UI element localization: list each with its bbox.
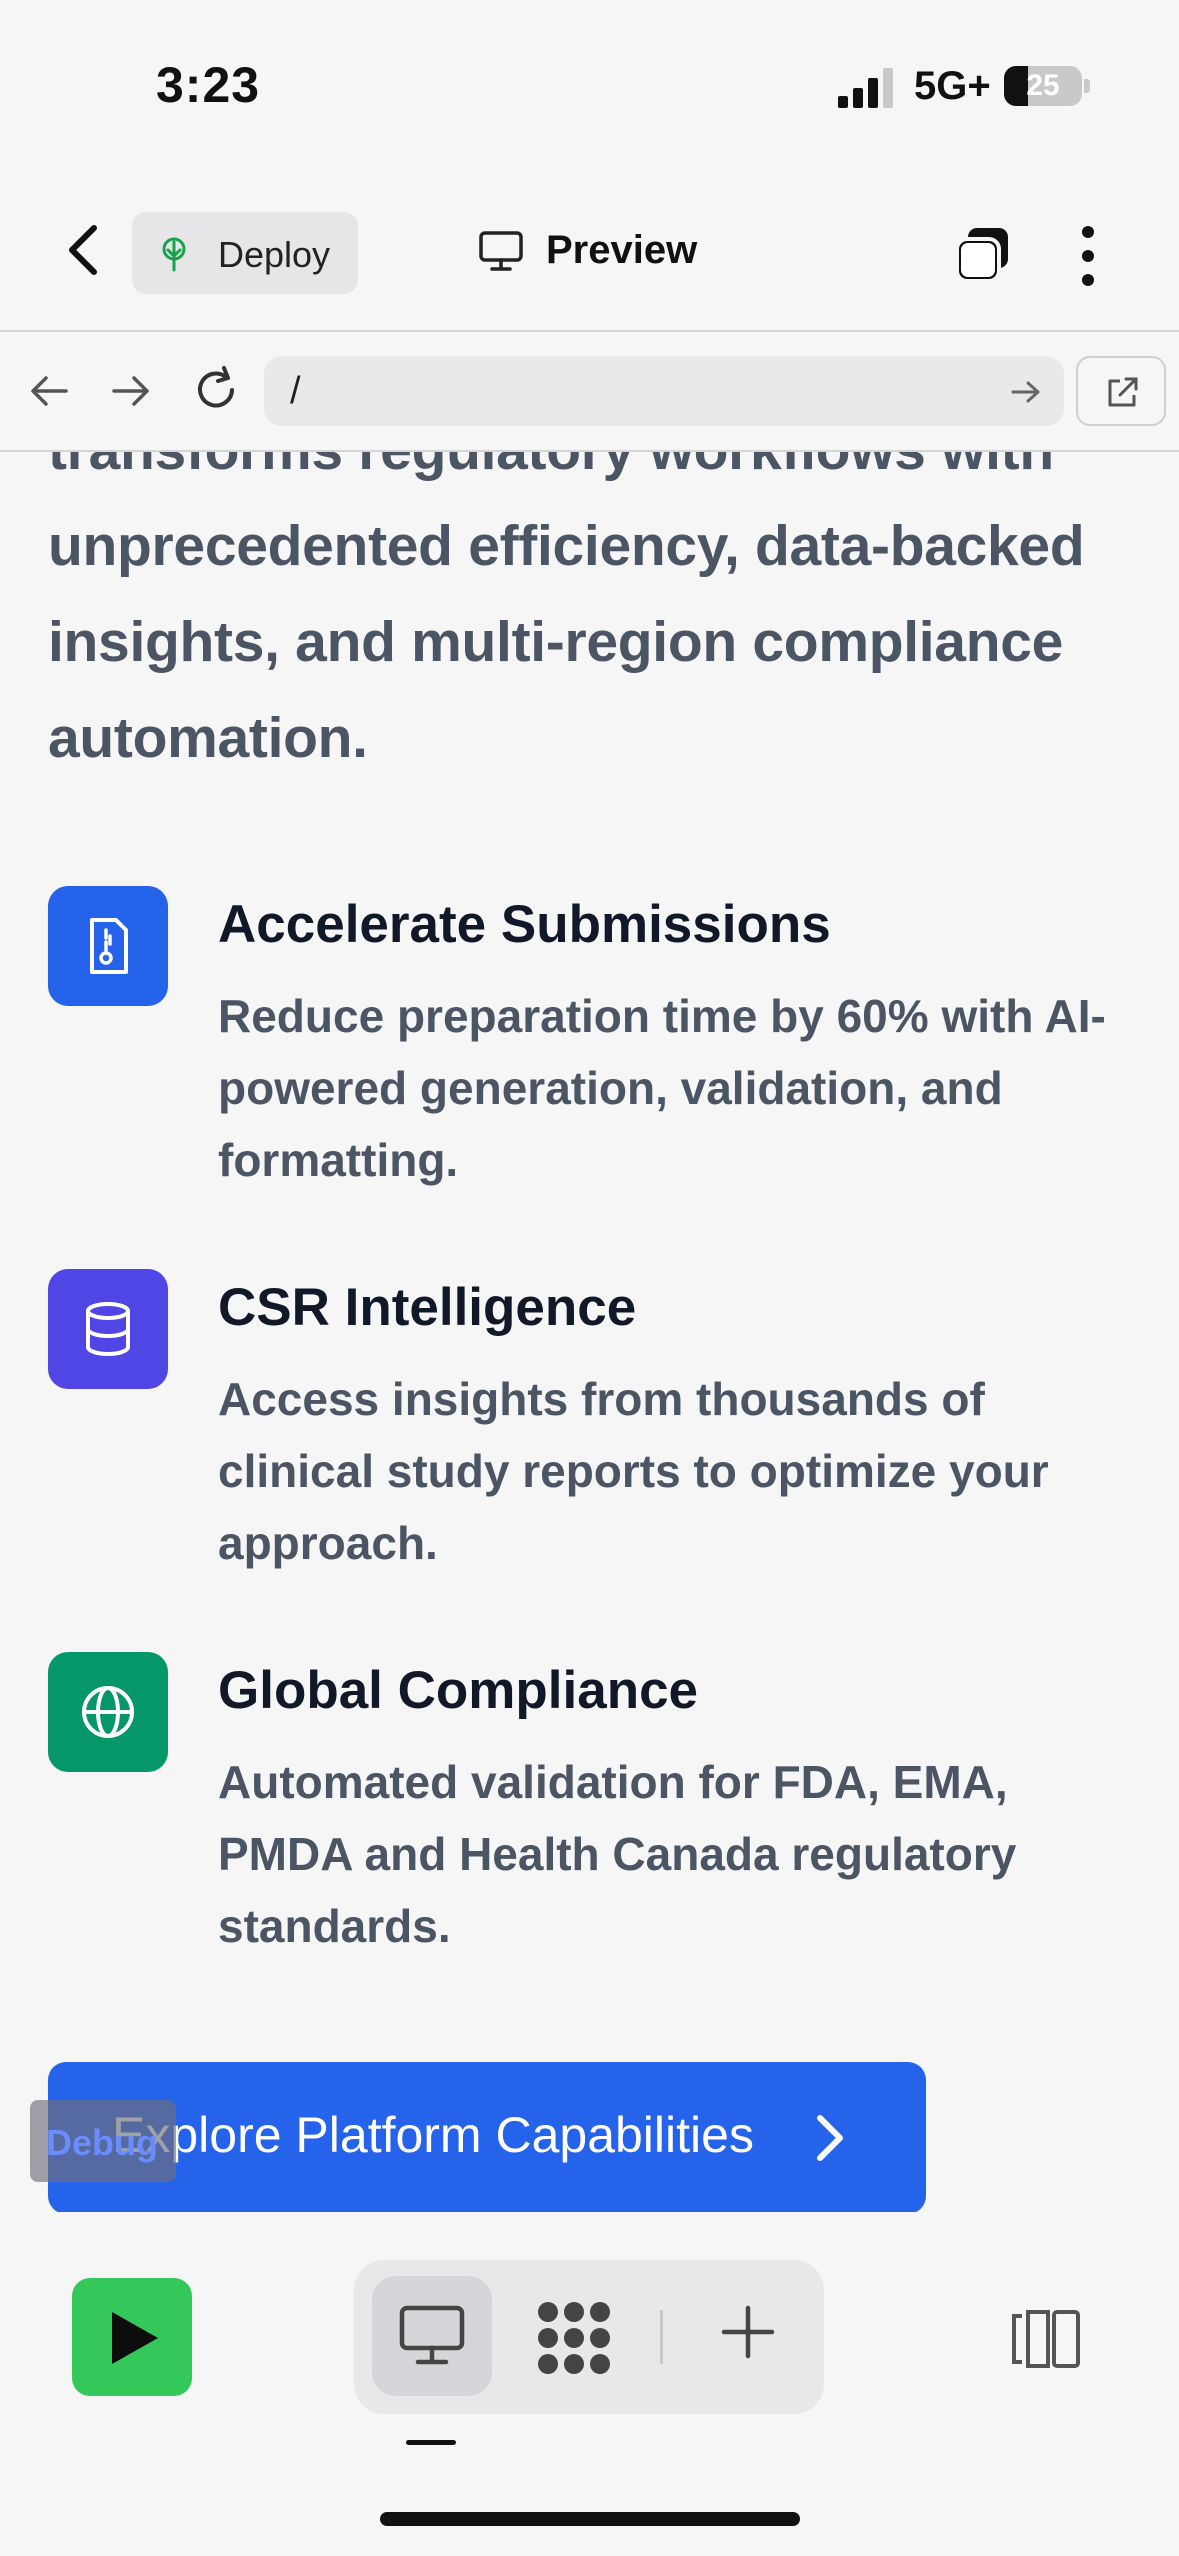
battery-tip: [1084, 79, 1090, 93]
reload-icon[interactable]: [190, 364, 242, 416]
feature-description: Reduce preparation time by 60% with AI-p…: [218, 990, 1106, 1186]
page-content: transforms regulatory workflows with unp…: [0, 452, 1179, 2212]
deploy-label: Deploy: [218, 234, 331, 275]
divider: [660, 2310, 663, 2364]
play-icon: [112, 2312, 158, 2364]
plus-icon[interactable]: [720, 2304, 776, 2360]
preview-label: Preview: [546, 228, 698, 272]
back-chevron-icon[interactable]: [60, 220, 110, 280]
more-vertical-icon[interactable]: [1072, 224, 1104, 288]
url-path: /: [290, 370, 301, 412]
chevron-right-icon: [817, 2115, 843, 2161]
tabs-icon[interactable]: [952, 224, 1014, 286]
explore-capabilities-button[interactable]: Explore Platform Capabilities: [48, 2062, 926, 2212]
cta-label: Explore Platform Capabilities: [112, 2107, 754, 2163]
run-button[interactable]: [72, 2278, 192, 2396]
monitor-icon: [399, 2305, 465, 2365]
bottom-toolbar: [0, 2212, 1179, 2556]
apps-grid-icon[interactable]: [536, 2300, 612, 2376]
feature-icon-tile: [48, 1652, 168, 1772]
database-icon: [86, 1302, 130, 1356]
view-switcher: [354, 2260, 824, 2414]
home-indicator: [380, 2512, 800, 2526]
deploy-button[interactable]: Deploy: [132, 212, 358, 294]
debug-button[interactable]: Debug: [30, 2100, 176, 2182]
active-indicator: [406, 2440, 456, 2445]
tree-icon: [162, 237, 186, 272]
network-type: 5G+: [914, 64, 991, 108]
intro-text: transforms regulatory workflows with unp…: [48, 452, 1085, 770]
feature-icon-tile: [48, 886, 168, 1006]
preview-view-button[interactable]: [372, 2276, 492, 2396]
go-arrow-icon[interactable]: [1010, 378, 1042, 406]
arrow-left-icon[interactable]: [26, 368, 72, 414]
open-external-button[interactable]: [1076, 356, 1166, 426]
external-link-icon: [1108, 377, 1138, 407]
status-time: 3:23: [156, 57, 261, 113]
feature-title: Global Compliance: [218, 1661, 699, 1720]
status-bar: 3:23 5G+ 25: [0, 0, 1179, 170]
feature-description: Access insights from thousands of clinic…: [218, 1373, 1049, 1569]
feature-title: Accelerate Submissions: [218, 895, 831, 954]
debug-label: Debug: [46, 2122, 158, 2163]
file-icon: [90, 918, 128, 974]
feature-description: Automated validation for FDA, EMA, PMDA …: [218, 1756, 1017, 1952]
url-input[interactable]: /: [264, 356, 1064, 426]
feature-icon-tile: [48, 1269, 168, 1389]
top-toolbar: Deploy Preview: [0, 170, 1179, 332]
battery-icon: 25: [1004, 66, 1082, 106]
battery-level: 25: [1026, 69, 1060, 102]
signal-icon: [838, 68, 893, 108]
feature-title: CSR Intelligence: [218, 1278, 637, 1337]
url-bar: /: [0, 332, 1179, 452]
monitor-icon: [479, 231, 523, 271]
globe-icon: [82, 1686, 134, 1738]
side-panel-icon[interactable]: [1010, 2308, 1082, 2370]
arrow-right-icon[interactable]: [108, 368, 154, 414]
